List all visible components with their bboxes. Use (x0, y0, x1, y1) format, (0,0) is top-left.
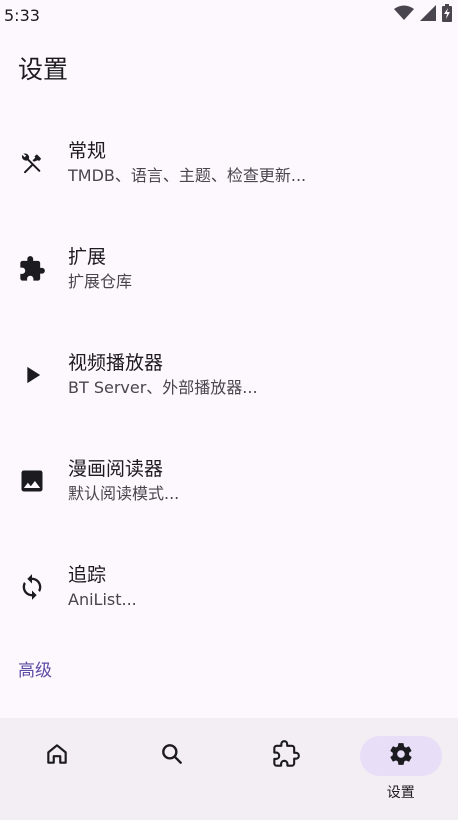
bottom-nav: 设置 (0, 718, 458, 820)
setting-subtitle: 默认阅读模式... (68, 484, 180, 503)
nav-icon-container (16, 736, 98, 776)
nav-settings[interactable]: 设置 (344, 718, 458, 820)
setting-extensions[interactable]: 扩展 扩展仓库 (0, 216, 458, 322)
settings-list: 常规 TMDB、语言、主题、检查更新... 扩展 扩展仓库 视频播放器 BT S… (0, 110, 458, 640)
setting-title: 漫画阅读器 (68, 458, 164, 480)
setting-general[interactable]: 常规 TMDB、语言、主题、检查更新... (0, 110, 458, 216)
nav-home[interactable] (0, 718, 115, 820)
nav-icon-container (359, 736, 442, 776)
extension-icon (272, 740, 301, 772)
nav-icon-container (245, 736, 327, 776)
setting-video-player[interactable]: 视频播放器 BT Server、外部播放器... (0, 322, 458, 428)
battery-icon (442, 4, 452, 26)
setting-title: 扩展 (68, 246, 107, 268)
wifi-icon (394, 5, 414, 25)
search-icon (159, 741, 185, 771)
setting-general-text: 常规 TMDB、语言、主题、检查更新... (68, 138, 306, 188)
setting-manga-reader-text: 漫画阅读器 默认阅读模式... (68, 456, 179, 506)
setting-manga-reader[interactable]: 漫画阅读器 默认阅读模式... (0, 428, 458, 534)
status-icons (394, 4, 452, 26)
nav-settings-label: 设置 (386, 785, 415, 801)
extension-icon (18, 255, 46, 283)
build-tools-icon (18, 149, 46, 177)
setting-tracking-text: 追踪 AniList... (68, 562, 137, 612)
nav-search[interactable] (115, 718, 230, 820)
advanced-section-header[interactable]: 高级 (18, 656, 52, 681)
setting-subtitle: TMDB、语言、主题、检查更新... (68, 166, 307, 185)
sync-icon (18, 573, 46, 601)
setting-extensions-text: 扩展 扩展仓库 (68, 244, 132, 294)
play-icon (18, 361, 46, 389)
nav-icon-container (131, 736, 213, 776)
setting-title: 追踪 (68, 564, 107, 586)
page-title: 设置 (18, 55, 69, 84)
status-time: 5:33 (4, 5, 40, 25)
nav-extensions[interactable] (229, 718, 344, 820)
setting-video-player-text: 视频播放器 BT Server、外部播放器... (68, 350, 258, 400)
settings-icon (388, 741, 414, 771)
setting-subtitle: 扩展仓库 (68, 272, 133, 291)
home-icon (44, 741, 70, 771)
setting-subtitle: BT Server、外部播放器... (68, 378, 258, 397)
setting-title: 常规 (68, 140, 107, 162)
setting-subtitle: AniList... (68, 590, 137, 609)
status-bar: 5:33 (0, 0, 458, 30)
signal-icon (420, 5, 436, 25)
setting-tracking[interactable]: 追踪 AniList... (0, 534, 458, 640)
setting-title: 视频播放器 (68, 352, 164, 374)
image-icon (18, 467, 46, 495)
